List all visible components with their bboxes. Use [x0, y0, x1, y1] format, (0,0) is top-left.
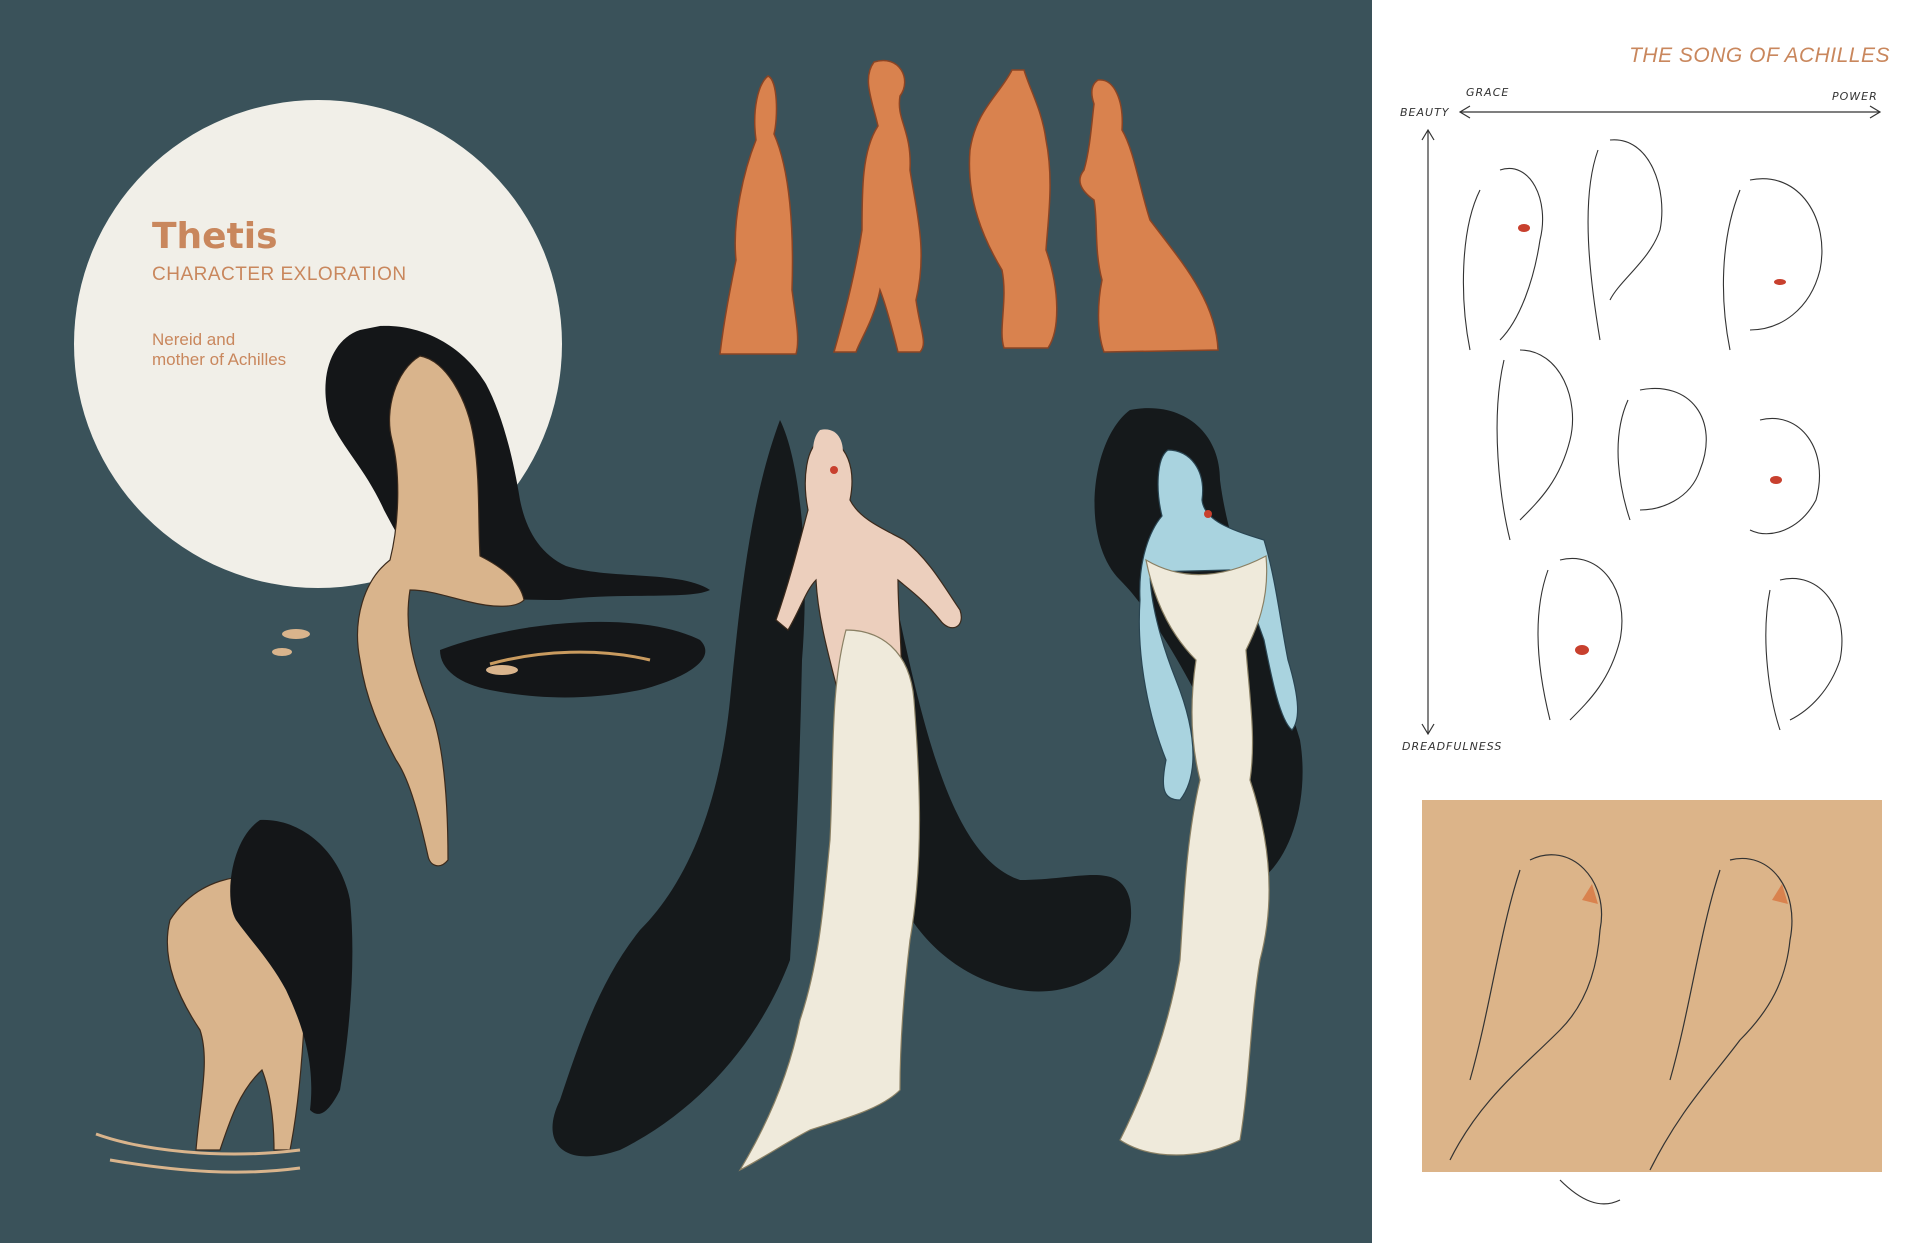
sketch-head-1 [1462, 167, 1544, 351]
axis-label-dreadfulness: DREADFULNESS [1402, 740, 1503, 753]
sketch-head-2 [1587, 139, 1663, 341]
sketch-lips [1518, 224, 1786, 655]
sketch-head-3 [1722, 178, 1823, 351]
tan-art-box [1422, 800, 1882, 1172]
axis-label-beauty: BEAUTY [1400, 106, 1450, 119]
sketch-head-8 [1765, 577, 1843, 731]
expression-axes [1421, 105, 1882, 736]
axis-label-grace: GRACE [1466, 86, 1510, 99]
sketch-head-7 [1537, 557, 1623, 721]
sketch-head-6 [1749, 417, 1821, 535]
sketch-head-4 [1496, 349, 1574, 541]
axis-label-power: POWER [1832, 90, 1878, 103]
hand-sketch [1559, 1179, 1621, 1205]
expression-sheet-drawings [1421, 105, 1882, 1205]
sketch-head-5 [1617, 388, 1707, 521]
